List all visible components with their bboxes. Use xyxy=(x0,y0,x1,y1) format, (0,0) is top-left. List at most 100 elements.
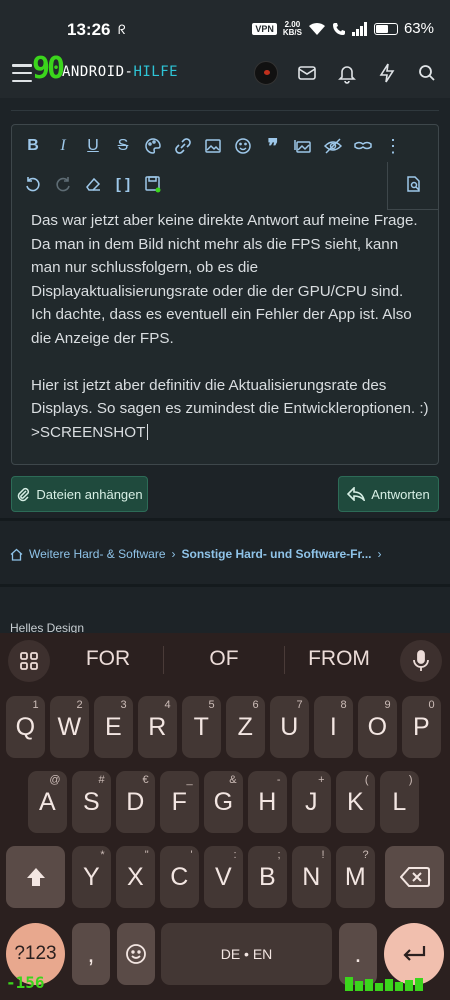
key-h[interactable]: -H xyxy=(248,771,287,833)
bold-icon[interactable]: B xyxy=(22,135,44,157)
editor-content[interactable]: Das war jetzt aber keine direkte Antwort… xyxy=(31,209,431,444)
keyboard-menu-button[interactable] xyxy=(8,640,50,682)
key-q[interactable]: 1Q xyxy=(6,696,45,758)
vpn-badge: VPN xyxy=(252,22,277,35)
fps-meter-overlay xyxy=(345,977,423,991)
mail-icon[interactable] xyxy=(296,62,318,84)
backspace-key[interactable] xyxy=(385,846,444,908)
key-n[interactable]: ! N xyxy=(292,846,331,908)
key-y[interactable]: * Y xyxy=(72,846,111,908)
message-editor[interactable]: B I U S ❞ ⋮ [ ] Das war jetzt aber keine… xyxy=(11,124,439,465)
enter-icon xyxy=(403,946,426,961)
key-label: D xyxy=(126,787,145,816)
key-j[interactable]: + J xyxy=(292,771,331,833)
key-g[interactable]: & G xyxy=(204,771,243,833)
key-hint: ( xyxy=(364,774,369,786)
key-l[interactable]: ) L xyxy=(380,771,419,833)
strikethrough-icon[interactable]: S xyxy=(112,135,134,157)
underline-icon[interactable]: U xyxy=(82,135,104,157)
avatar[interactable] xyxy=(254,61,278,85)
spoiler-icon[interactable] xyxy=(352,135,374,157)
emoji-icon[interactable] xyxy=(232,135,254,157)
logo-text[interactable]: ANDROID-HILFE xyxy=(62,64,178,80)
key-label: Q xyxy=(15,712,36,741)
key-k[interactable]: (K xyxy=(336,771,375,833)
key-d[interactable]: € D xyxy=(116,771,155,833)
key-label: C xyxy=(170,862,189,891)
logo-mark[interactable]: 90 xyxy=(32,51,65,86)
suggestion-2[interactable]: OF xyxy=(169,647,279,671)
header-icons xyxy=(254,61,438,85)
breadcrumb-item-hard-software[interactable]: Weitere Hard- & Software xyxy=(29,547,166,561)
key-hint: - xyxy=(276,774,281,786)
soft-keyboard: FOR OF FROM 1Q2W3E4R5T6Z7U8I9O0P @ A # S € D _… xyxy=(0,633,450,1000)
suggestion-bar: FOR OF FROM xyxy=(0,633,450,688)
quote-icon[interactable]: ❞ xyxy=(262,135,284,158)
key-label: L xyxy=(392,787,407,816)
preview-icon[interactable] xyxy=(403,173,425,195)
color-palette-icon[interactable] xyxy=(142,135,164,157)
call-icon xyxy=(332,22,345,35)
editor-paragraph: Ich dachte, dass es eventuell ein Fehler… xyxy=(31,306,412,347)
key-t[interactable]: 5T xyxy=(182,696,221,758)
period-key[interactable]: . xyxy=(339,923,377,985)
eraser-icon[interactable] xyxy=(82,173,104,195)
suggestion-1[interactable]: FOR xyxy=(53,647,163,671)
italic-icon[interactable]: I xyxy=(52,135,74,157)
key-o[interactable]: 9O xyxy=(358,696,397,758)
text-caret xyxy=(147,424,149,441)
bell-icon[interactable] xyxy=(336,62,358,84)
status-indicators: VPN 2.00 KB/S 63% xyxy=(252,20,434,37)
key-z[interactable]: 6Z xyxy=(226,696,265,758)
key-a[interactable]: @ A xyxy=(28,771,67,833)
key-label: X xyxy=(126,862,144,891)
breadcrumb: Weitere Hard- & Software › Sonstige Hard… xyxy=(10,547,382,561)
redo-icon[interactable] xyxy=(52,173,74,195)
key-hint: @ xyxy=(49,774,61,786)
link-icon[interactable] xyxy=(172,135,194,157)
voice-input-button[interactable] xyxy=(400,640,442,682)
suggestion-3[interactable]: FROM xyxy=(284,647,394,671)
chevron-right-icon: › xyxy=(377,547,382,561)
key-c[interactable]: ' C xyxy=(160,846,199,908)
hide-icon[interactable] xyxy=(322,135,344,157)
key-e[interactable]: 3E xyxy=(94,696,133,758)
search-icon[interactable] xyxy=(416,62,438,84)
key-f[interactable]: _ F xyxy=(160,771,199,833)
emoji-key[interactable] xyxy=(117,923,155,985)
key-label: Z xyxy=(237,712,253,741)
key-r[interactable]: 4R xyxy=(138,696,177,758)
key-label: V xyxy=(214,862,232,891)
save-draft-icon[interactable] xyxy=(142,173,164,195)
image-icon[interactable] xyxy=(202,135,224,157)
key-s[interactable]: # S xyxy=(72,771,111,833)
logo-text-accent: HILFE xyxy=(133,64,179,80)
key-x[interactable]: " X xyxy=(116,846,155,908)
key-w[interactable]: 2W xyxy=(50,696,89,758)
shift-key[interactable] xyxy=(6,846,65,908)
bbcode-icon[interactable]: [ ] xyxy=(112,173,134,195)
wifi-icon xyxy=(308,22,325,35)
chevron-right-icon: › xyxy=(171,547,176,561)
key-label: W xyxy=(57,712,82,741)
menu-icon[interactable] xyxy=(12,64,32,82)
key-hint: ? xyxy=(362,849,369,861)
home-icon[interactable] xyxy=(10,548,23,561)
comma-key[interactable]: , xyxy=(72,923,110,985)
more-options-icon[interactable]: ⋮ xyxy=(382,135,404,157)
key-hint: : xyxy=(233,849,237,861)
breadcrumb-item-sonstige[interactable]: Sonstige Hard- und Software-Fr... xyxy=(182,547,372,561)
lightning-icon[interactable] xyxy=(376,62,398,84)
reply-button[interactable]: Antworten xyxy=(338,476,439,512)
key-v[interactable]: :V xyxy=(204,846,243,908)
undo-icon[interactable] xyxy=(22,173,44,195)
space-key[interactable]: DE • EN xyxy=(161,923,332,985)
enter-key[interactable] xyxy=(384,923,444,985)
key-m[interactable]: ? M xyxy=(336,846,375,908)
key-u[interactable]: 7U xyxy=(270,696,309,758)
key-p[interactable]: 0P xyxy=(402,696,441,758)
attach-files-button[interactable]: Dateien anhängen xyxy=(11,476,148,512)
key-b[interactable]: ; B xyxy=(248,846,287,908)
key-i[interactable]: 8I xyxy=(314,696,353,758)
media-icon[interactable] xyxy=(292,135,314,157)
